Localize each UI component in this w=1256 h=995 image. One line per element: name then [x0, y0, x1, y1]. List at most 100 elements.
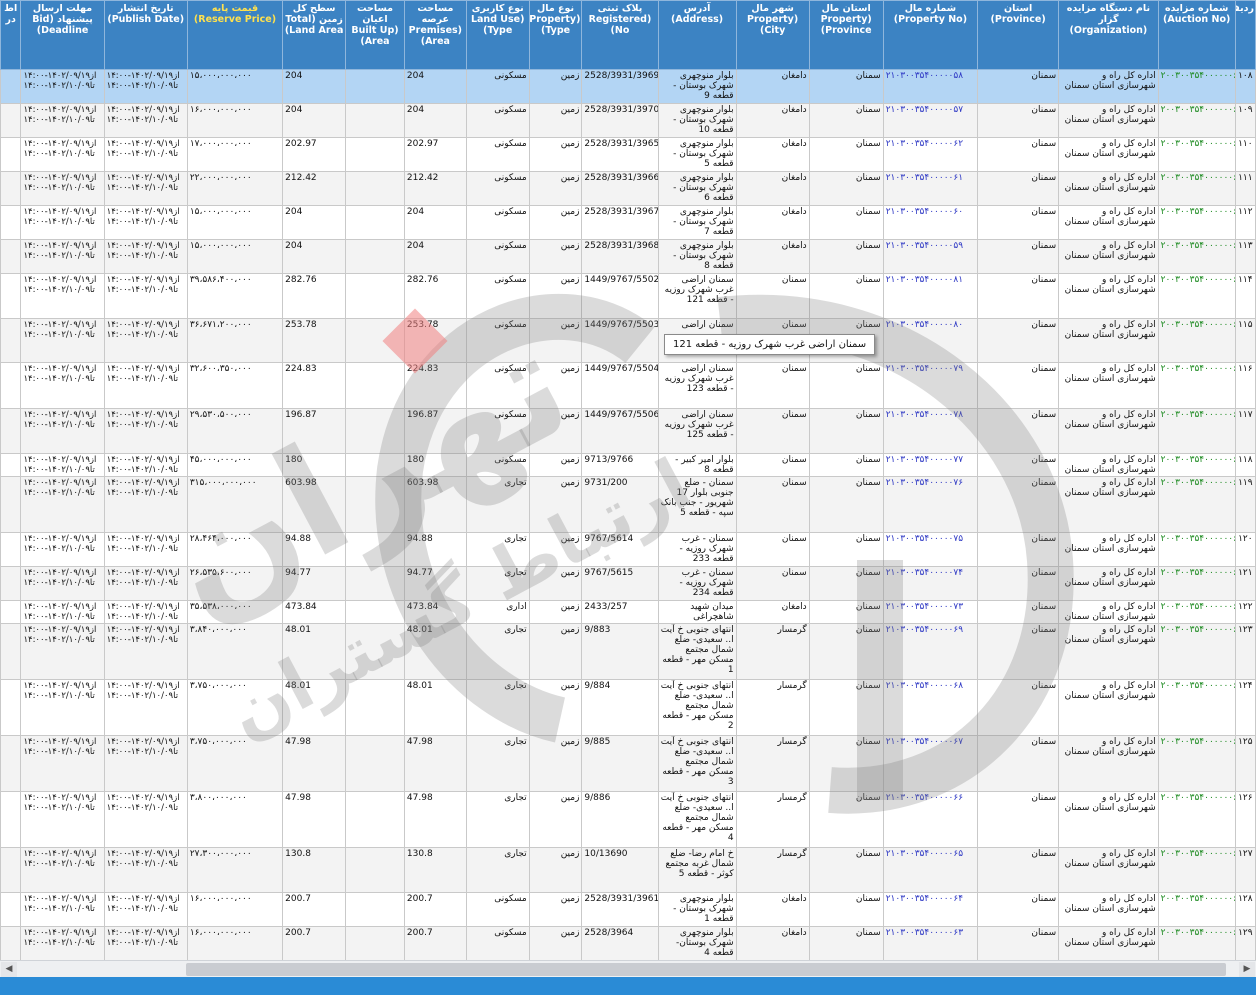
cell-property-no[interactable]: ۲۱۰۳۰۰۳۵۴۰۰۰۰۰۷۵ [882, 532, 979, 567]
header-registered-no[interactable]: پلاک ثبتی (Registered No) [581, 0, 659, 70]
cell-auction-no[interactable]: ۲۰۰۳۰۰۳۵۴۰۰۰۰۰۰۶ [1157, 103, 1236, 138]
header-auction-no[interactable]: شماره مزایده (Auction No) [1157, 0, 1236, 70]
cell-auction-no[interactable]: ۲۰۰۳۰۰۳۵۴۰۰۰۰۰۰۶ [1157, 735, 1236, 792]
cell-auction-no[interactable]: ۲۰۰۳۰۰۳۵۴۰۰۰۰۰۰۶ [1157, 69, 1236, 104]
table-row[interactable]: ۱۱۱ ۲۰۰۳۰۰۳۵۴۰۰۰۰۰۰۶ اداره کل راه و شهرساز… [0, 171, 1256, 206]
cell-property-no[interactable]: ۲۱۰۳۰۰۳۵۴۰۰۰۰۰۶۶ [882, 791, 979, 848]
header-province[interactable]: استان (Province) [977, 0, 1060, 70]
cell-property-no[interactable]: ۲۱۰۳۰۰۳۵۴۰۰۰۰۰۷۹ [882, 362, 979, 409]
cell-property-no[interactable]: ۲۱۰۳۰۰۳۵۴۰۰۰۰۰۶۵ [882, 847, 979, 893]
table-row[interactable]: ۱۰۸ ۲۰۰۳۰۰۳۵۴۰۰۰۰۰۰۶ اداره کل راه و شهرساز… [0, 69, 1256, 104]
cell-property-no[interactable]: ۲۱۰۳۰۰۳۵۴۰۰۰۰۰۶۰ [882, 205, 979, 240]
table-row[interactable]: ۱۱۰ ۲۰۰۳۰۰۳۵۴۰۰۰۰۰۰۶ اداره کل راه و شهرساز… [0, 137, 1256, 172]
cell-auction-no[interactable]: ۲۰۰۳۰۰۳۵۴۰۰۰۰۰۰۶ [1157, 362, 1236, 409]
cell-auction-no[interactable]: ۲۰۰۳۰۰۳۵۴۰۰۰۰۰۰۶ [1157, 453, 1236, 477]
cell-property-no[interactable]: ۲۱۰۳۰۰۳۵۴۰۰۰۰۰۸۱ [882, 273, 979, 319]
table-row[interactable]: ۱۱۴ ۲۰۰۳۰۰۳۵۴۰۰۰۰۰۰۶ اداره کل راه و شهرساز… [0, 273, 1256, 319]
cell-premises-area: 212.42 [403, 171, 467, 206]
cell-property-no[interactable]: ۲۱۰۳۰۰۳۵۴۰۰۰۰۰۸۰ [882, 318, 979, 363]
cell-property-no[interactable]: ۲۱۰۳۰۰۳۵۴۰۰۰۰۰۶۲ [882, 137, 979, 172]
cell-auction-no[interactable]: ۲۰۰۳۰۰۳۵۴۰۰۰۰۰۰۶ [1157, 791, 1236, 848]
table-row[interactable]: ۱۲۸ ۲۰۰۳۰۰۳۵۴۰۰۰۰۰۰۶ اداره کل راه و شهرساز… [0, 892, 1256, 927]
header-property-province[interactable]: استان مال (Property Province) [808, 0, 884, 70]
cell-organization: اداره کل راه و شهرسازی استان سمنان [1058, 318, 1159, 363]
cell-auction-no[interactable]: ۲۰۰۳۰۰۳۵۴۰۰۰۰۰۰۶ [1157, 566, 1236, 601]
cell-property-city: گرمسار [735, 847, 810, 893]
cell-auction-no[interactable]: ۲۰۰۳۰۰۳۵۴۰۰۰۰۰۰۶ [1157, 318, 1236, 363]
cell-auction-no[interactable]: ۲۰۰۳۰۰۳۵۴۰۰۰۰۰۰۶ [1157, 926, 1236, 961]
table-row[interactable]: ۱۲۴ ۲۰۰۳۰۰۳۵۴۰۰۰۰۰۰۶ اداره کل راه و شهرساز… [0, 679, 1256, 736]
header-row-number[interactable]: ردیف [1234, 0, 1256, 70]
table-row[interactable]: ۱۱۶ ۲۰۰۳۰۰۳۵۴۰۰۰۰۰۰۶ اداره کل راه و شهرساز… [0, 362, 1256, 409]
table-row[interactable]: ۱۲۷ ۲۰۰۳۰۰۳۵۴۰۰۰۰۰۰۶ اداره کل راه و شهرساز… [0, 847, 1256, 893]
cell-property-no[interactable]: ۲۱۰۳۰۰۳۵۴۰۰۰۰۰۷۷ [882, 453, 979, 477]
cell-auction-no[interactable]: ۲۰۰۳۰۰۳۵۴۰۰۰۰۰۰۶ [1157, 847, 1236, 893]
cell-auction-no[interactable]: ۲۰۰۳۰۰۳۵۴۰۰۰۰۰۰۶ [1157, 205, 1236, 240]
header-property-type[interactable]: نوع مال (Property Type) [528, 0, 583, 70]
scroll-left-arrow-icon[interactable]: ◀ [1, 962, 17, 977]
cell-auction-no[interactable]: ۲۰۰۳۰۰۳۵۴۰۰۰۰۰۰۶ [1157, 679, 1236, 736]
table-row[interactable]: ۱۱۸ ۲۰۰۳۰۰۳۵۴۰۰۰۰۰۰۶ اداره کل راه و شهرساز… [0, 453, 1256, 477]
table-row[interactable]: ۱۱۷ ۲۰۰۳۰۰۳۵۴۰۰۰۰۰۰۶ اداره کل راه و شهرساز… [0, 408, 1256, 454]
table-row[interactable]: ۱۲۰ ۲۰۰۳۰۰۳۵۴۰۰۰۰۰۰۶ اداره کل راه و شهرساز… [0, 532, 1256, 567]
scrollbar-thumb[interactable] [186, 963, 1226, 976]
cell-property-no[interactable]: ۲۱۰۳۰۰۳۵۴۰۰۰۰۰۷۴ [882, 566, 979, 601]
header-publish-date[interactable]: تاریخ انتشار (Publish Date) [103, 0, 188, 70]
cell-land-use: مسکونی [465, 408, 530, 454]
cell-auction-no[interactable]: ۲۰۰۳۰۰۳۵۴۰۰۰۰۰۰۶ [1157, 239, 1236, 274]
cell-auction-no[interactable]: ۲۰۰۳۰۰۳۵۴۰۰۰۰۰۰۶ [1157, 171, 1236, 206]
table-row[interactable]: ۱۲۳ ۲۰۰۳۰۰۳۵۴۰۰۰۰۰۰۶ اداره کل راه و شهرساز… [0, 623, 1256, 680]
table-row[interactable]: ۱۲۵ ۲۰۰۳۰۰۳۵۴۰۰۰۰۰۰۶ اداره کل راه و شهرساز… [0, 735, 1256, 792]
cell-auction-no[interactable]: ۲۰۰۳۰۰۳۵۴۰۰۰۰۰۰۶ [1157, 408, 1236, 454]
cell-property-no[interactable]: ۲۱۰۳۰۰۳۵۴۰۰۰۰۰۷۳ [882, 600, 979, 624]
cell-property-no[interactable]: ۲۱۰۳۰۰۳۵۴۰۰۰۰۰۶۷ [882, 735, 979, 792]
table-row[interactable]: ۱۱۲ ۲۰۰۳۰۰۳۵۴۰۰۰۰۰۰۶ اداره کل راه و شهرساز… [0, 205, 1256, 240]
cell-auction-no[interactable]: ۲۰۰۳۰۰۳۵۴۰۰۰۰۰۰۶ [1157, 892, 1236, 927]
table-row[interactable]: ۱۱۳ ۲۰۰۳۰۰۳۵۴۰۰۰۰۰۰۶ اداره کل راه و شهرساز… [0, 239, 1256, 274]
cell-property-no[interactable]: ۲۱۰۳۰۰۳۵۴۰۰۰۰۰۷۶ [882, 476, 979, 533]
header-total-land-area[interactable]: سطح کل زمین (Total Land Area) [282, 0, 347, 70]
cell-auction-no[interactable]: ۲۰۰۳۰۰۳۵۴۰۰۰۰۰۰۶ [1157, 137, 1236, 172]
cell-row-number: ۱۱۳ [1234, 239, 1256, 274]
cell-auction-no[interactable]: ۲۰۰۳۰۰۳۵۴۰۰۰۰۰۰۶ [1157, 273, 1236, 319]
cell-property-no[interactable]: ۲۱۰۳۰۰۳۵۴۰۰۰۰۰۶۹ [882, 623, 979, 680]
cell-property-no[interactable]: ۲۱۰۳۰۰۳۵۴۰۰۰۰۰۶۸ [882, 679, 979, 736]
cell-property-no[interactable]: ۲۱۰۳۰۰۳۵۴۰۰۰۰۰۶۱ [882, 171, 979, 206]
cell-property-no[interactable]: ۲۱۰۳۰۰۳۵۴۰۰۰۰۰۵۷ [882, 103, 979, 138]
cell-property-no[interactable]: ۲۱۰۳۰۰۳۵۴۰۰۰۰۰۶۳ [882, 926, 979, 961]
table-row[interactable]: ۱۱۹ ۲۰۰۳۰۰۳۵۴۰۰۰۰۰۰۶ اداره کل راه و شهرساز… [0, 476, 1256, 533]
header-built-up-area[interactable]: مساحت اعیان (Built Up Area) [345, 0, 405, 70]
header-reserve-price[interactable]: قیمت پایه (Reserve Price) [186, 0, 284, 70]
header-bid-deadline[interactable]: مهلت ارسال پیشنهاد (Bid Deadline) [20, 0, 105, 70]
header-property-no[interactable]: شماره مال (Property No) [882, 0, 979, 70]
table-row[interactable]: ۱۱۵ ۲۰۰۳۰۰۳۵۴۰۰۰۰۰۰۶ اداره کل راه و شهرساز… [0, 318, 1256, 363]
table-row[interactable]: ۱۲۲ ۲۰۰۳۰۰۳۵۴۰۰۰۰۰۰۶ اداره کل راه و شهرساز… [0, 600, 1256, 624]
cell-auction-no[interactable]: ۲۰۰۳۰۰۳۵۴۰۰۰۰۰۰۶ [1157, 623, 1236, 680]
header-address[interactable]: آدرس (Address) [657, 0, 737, 70]
cell-auction-no[interactable]: ۲۰۰۳۰۰۳۵۴۰۰۰۰۰۰۶ [1157, 532, 1236, 567]
table-row[interactable]: ۱۲۶ ۲۰۰۳۰۰۳۵۴۰۰۰۰۰۰۶ اداره کل راه و شهرساز… [0, 791, 1256, 848]
header-property-city[interactable]: شهر مال (Property City) [735, 0, 810, 70]
table-row[interactable]: ۱۲۹ ۲۰۰۳۰۰۳۵۴۰۰۰۰۰۰۶ اداره کل راه و شهرساز… [0, 926, 1256, 961]
footer-bar [0, 977, 1256, 995]
cell-publish-date: از۱۴۰۲/۰۹/۱۹-۱۴:۰۰ تا۱۴۰۲/۱۰/۰۹-۱۴:۰۰ [103, 239, 188, 274]
header-organization[interactable]: نام دستگاه مزایده گزار (Organization) [1058, 0, 1159, 70]
cell-address: خ امام رضا- ضلع شمال غربه مجتمع کوثر - ق… [657, 847, 737, 893]
cell-built-up-area [345, 735, 405, 792]
cell-property-no[interactable]: ۲۱۰۳۰۰۳۵۴۰۰۰۰۰۵۹ [882, 239, 979, 274]
cell-property-no[interactable]: ۲۱۰۳۰۰۳۵۴۰۰۰۰۰۵۸ [882, 69, 979, 104]
table-row[interactable]: ۱۰۹ ۲۰۰۳۰۰۳۵۴۰۰۰۰۰۰۶ اداره کل راه و شهرساز… [0, 103, 1256, 138]
cell-property-province: سمنان [808, 239, 884, 274]
cell-property-city: سمنان [735, 273, 810, 319]
cell-property-no[interactable]: ۲۱۰۳۰۰۳۵۴۰۰۰۰۰۷۸ [882, 408, 979, 454]
horizontal-scrollbar[interactable]: ◀ ▶ [0, 960, 1256, 978]
header-extra[interactable]: اط در [0, 0, 22, 70]
cell-property-no[interactable]: ۲۱۰۳۰۰۳۵۴۰۰۰۰۰۶۴ [882, 892, 979, 927]
header-land-use[interactable]: نوع کاربری (Land Use Type) [465, 0, 530, 70]
scroll-right-arrow-icon[interactable]: ▶ [1239, 962, 1255, 977]
cell-auction-no[interactable]: ۲۰۰۳۰۰۳۵۴۰۰۰۰۰۰۶ [1157, 600, 1236, 624]
cell-extra [0, 273, 22, 319]
table-row[interactable]: ۱۲۱ ۲۰۰۳۰۰۳۵۴۰۰۰۰۰۰۶ اداره کل راه و شهرساز… [0, 566, 1256, 601]
cell-auction-no[interactable]: ۲۰۰۳۰۰۳۵۴۰۰۰۰۰۰۶ [1157, 476, 1236, 533]
header-premises-area[interactable]: مساحت عرصه (Premises Area) [403, 0, 467, 70]
